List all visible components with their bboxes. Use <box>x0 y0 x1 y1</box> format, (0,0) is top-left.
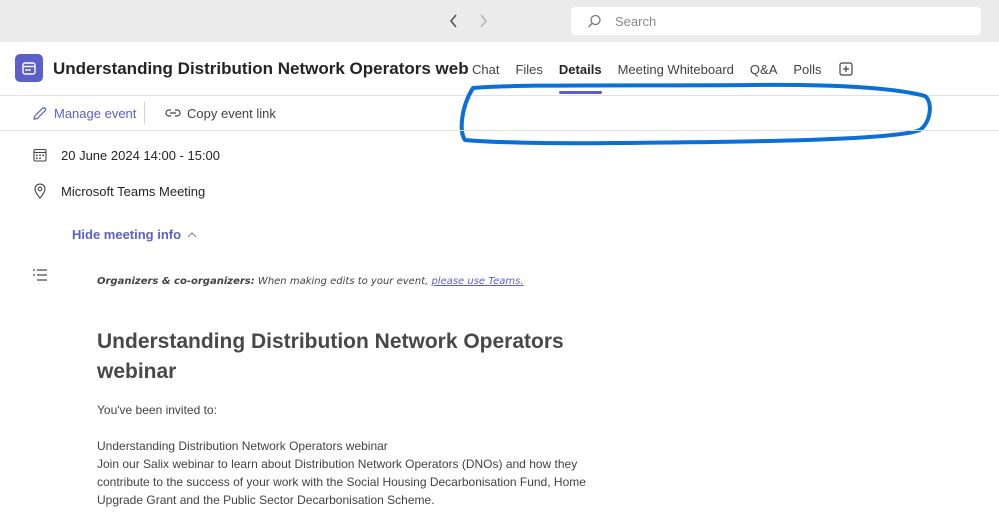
invitation-description: Understanding Distribution Network Opera… <box>97 437 592 509</box>
tab-files[interactable]: Files <box>515 42 542 96</box>
invitation-title: Understanding Distribution Network Opera… <box>97 330 564 383</box>
link-icon <box>165 105 181 121</box>
event-toolbar: Manage event Copy event link <box>0 96 999 131</box>
hide-meeting-info-label: Hide meeting info <box>72 227 182 242</box>
search-icon <box>587 13 603 29</box>
invitation-body: Organizers & co-organizers: When making … <box>97 276 597 509</box>
copy-event-link-button[interactable]: Copy event link <box>165 96 276 130</box>
chevron-left-icon <box>449 14 457 28</box>
calendar-icon <box>33 147 49 163</box>
location-pin-icon <box>33 183 49 199</box>
chevron-right-icon <box>480 14 488 28</box>
tab-chat[interactable]: Chat <box>472 42 499 96</box>
forward-button[interactable] <box>473 10 493 32</box>
add-tab-icon <box>838 62 853 76</box>
manage-event-button[interactable]: Manage event <box>32 96 136 130</box>
use-teams-link[interactable]: please use Teams. <box>431 276 523 287</box>
chevron-up-icon <box>187 229 199 241</box>
title-bar: Search <box>0 0 999 42</box>
event-datetime: 20 June 2024 14:00 - 15:00 <box>61 147 221 163</box>
tab-details[interactable]: Details <box>558 42 602 96</box>
pencil-icon <box>32 105 48 121</box>
description-title: Understanding Distribution Network Opera… <box>97 439 388 453</box>
organizer-note: Organizers & co-organizers: When making … <box>97 276 597 287</box>
tab-meeting-whiteboard[interactable]: Meeting Whiteboard <box>618 42 734 96</box>
tab-qa[interactable]: Q&A <box>750 42 777 96</box>
page-title: Understanding Distribution Network Opera… <box>53 59 468 78</box>
organizer-note-text: When making edits to your event, <box>254 276 432 287</box>
event-location: Microsoft Teams Meeting <box>61 183 206 199</box>
add-tab-button[interactable] <box>838 61 854 77</box>
back-button[interactable] <box>444 10 464 32</box>
description-body: Join our Salix webinar to learn about Di… <box>97 457 586 507</box>
event-datetime-row: 20 June 2024 14:00 - 15:00 <box>33 147 220 163</box>
search-input[interactable]: Search <box>571 7 981 35</box>
toolbar-divider <box>144 102 145 124</box>
tab-bar: Chat Files Details Meeting Whiteboard Q&… <box>472 42 854 96</box>
hide-meeting-info-button[interactable]: Hide meeting info <box>72 227 199 242</box>
event-location-row: Microsoft Teams Meeting <box>33 183 205 199</box>
meeting-header: Understanding Distribution Network Opera… <box>0 42 999 146</box>
calendar-app-icon <box>15 54 43 82</box>
copy-event-link-label: Copy event link <box>187 105 276 121</box>
organizer-note-prefix: Organizers & co-organizers: <box>97 276 255 287</box>
list-icon <box>32 268 48 282</box>
search-placeholder: Search <box>615 13 657 29</box>
tab-polls[interactable]: Polls <box>793 42 821 96</box>
invited-text: You've been invited to: <box>97 403 217 417</box>
manage-event-label: Manage event <box>54 105 137 121</box>
